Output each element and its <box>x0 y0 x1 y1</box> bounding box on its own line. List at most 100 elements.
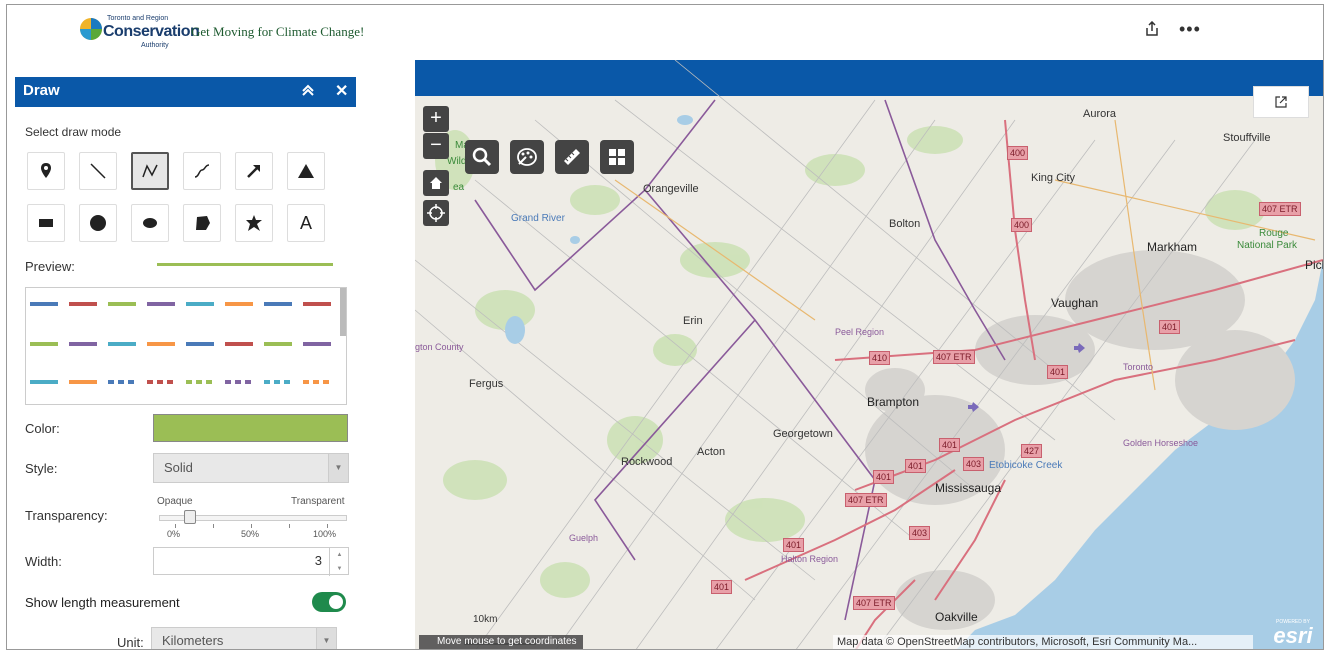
place-rockwood: Rockwood <box>621 456 673 468</box>
ruler-icon <box>564 149 580 165</box>
symbol-style-grid[interactable] <box>25 287 347 405</box>
line-style-swatch[interactable] <box>108 342 136 346</box>
triangle-icon <box>298 164 314 178</box>
line-style-swatch[interactable] <box>186 302 214 306</box>
tick-label-0: 0% <box>167 529 181 539</box>
width-decrement-button[interactable]: ▼ <box>329 562 349 576</box>
arrow-icon <box>247 165 260 178</box>
mode-circle-button[interactable] <box>79 204 117 242</box>
line-style-swatch[interactable] <box>303 342 331 346</box>
shield-403b: 403 <box>909 526 931 540</box>
locate-button[interactable] <box>423 200 449 226</box>
shield-407b: 407 ETR <box>933 350 975 364</box>
line-style-swatch[interactable] <box>225 342 253 346</box>
polygon-icon <box>196 216 210 230</box>
line-style-swatch[interactable] <box>264 342 292 346</box>
line-style-swatch[interactable] <box>147 302 175 306</box>
place-golden-horseshoe: Golden Horseshoe <box>1123 438 1199 448</box>
place-fergus: Fergus <box>469 378 504 390</box>
esri-logo[interactable]: POWERED BY esri <box>1265 619 1321 649</box>
line-style-swatch[interactable] <box>225 302 253 306</box>
draw-tool-button[interactable] <box>510 140 544 174</box>
mode-polyline-button[interactable] <box>131 152 169 190</box>
line-style-swatch[interactable] <box>303 302 331 306</box>
draw-panel-header: Draw ✕ <box>15 77 356 107</box>
select-mode-label: Select draw mode <box>25 125 122 139</box>
line-style-swatch[interactable] <box>264 380 292 384</box>
line-style-swatch[interactable] <box>30 342 58 346</box>
mode-text-button[interactable]: A <box>287 204 325 242</box>
map-view[interactable]: Aurora Stouffville King City Orangeville… <box>415 60 1323 649</box>
width-label: Width: <box>25 554 62 569</box>
place-pickering: Pick <box>1305 258 1323 272</box>
color-picker[interactable] <box>153 414 348 442</box>
line-style-swatch[interactable] <box>69 302 97 306</box>
polyline-icon <box>142 164 158 178</box>
map-attribution: Map data © OpenStreetMap contributors, M… <box>833 635 1253 649</box>
place-peel-region: Peel Region <box>835 327 885 337</box>
mode-rectangle-button[interactable] <box>27 204 65 242</box>
line-style-swatch[interactable] <box>69 380 97 384</box>
trca-logo[interactable]: Toronto and Region Conservation Authorit… <box>79 13 200 51</box>
freehand-line-icon <box>194 164 210 178</box>
line-style-swatch[interactable] <box>147 380 175 384</box>
search-tool-button[interactable] <box>465 140 499 174</box>
shield-401b: 401 <box>1047 365 1069 379</box>
more-icon[interactable]: ••• <box>1179 19 1201 40</box>
line-style-swatch[interactable] <box>186 380 214 384</box>
line-icon <box>90 163 106 179</box>
collapse-icon[interactable] <box>301 83 315 100</box>
line-style-swatch[interactable] <box>108 302 136 306</box>
zoom-out-button[interactable]: − <box>423 133 449 159</box>
home-button[interactable] <box>423 170 449 196</box>
preview-label: Preview: <box>25 259 75 274</box>
line-style-swatch[interactable] <box>108 380 136 384</box>
expand-map-button[interactable] <box>1253 86 1309 118</box>
close-icon[interactable]: ✕ <box>335 81 348 101</box>
share-icon[interactable] <box>1145 20 1159 42</box>
mode-ellipse-button[interactable] <box>131 204 169 242</box>
place-mississauga: Mississauga <box>935 481 1002 495</box>
transparency-slider-thumb[interactable] <box>184 510 196 524</box>
mode-triangle-button[interactable] <box>287 152 325 190</box>
transparency-min-label: Opaque <box>157 496 193 507</box>
line-style-swatch[interactable] <box>30 380 58 384</box>
place-brampton: Brampton <box>867 395 920 409</box>
place-grand-river: Grand River <box>511 213 565 224</box>
style-select[interactable]: Solid ▼ <box>153 453 349 483</box>
shield-407a: 407 ETR <box>1259 202 1301 216</box>
zoom-in-button[interactable]: + <box>423 106 449 132</box>
line-style-swatch[interactable] <box>147 342 175 346</box>
grid-tool-button[interactable] <box>600 140 634 174</box>
place-erin: Erin <box>683 315 703 327</box>
line-style-swatch[interactable] <box>303 380 331 384</box>
width-increment-button[interactable]: ▲ <box>329 548 349 562</box>
show-length-toggle[interactable] <box>312 592 346 612</box>
mode-polygon-button[interactable] <box>183 204 221 242</box>
style-grid-scrollbar[interactable] <box>340 288 346 336</box>
color-label: Color: <box>25 421 60 436</box>
place-king-city: King City <box>1031 172 1076 184</box>
width-input[interactable]: 3 <box>153 547 349 575</box>
line-style-swatch[interactable] <box>186 342 214 346</box>
measure-tool-button[interactable] <box>555 140 589 174</box>
place-etobicoke-creek: Etobicoke Creek <box>989 460 1063 471</box>
line-style-swatch[interactable] <box>225 380 253 384</box>
tick-label-100: 100% <box>313 529 337 539</box>
slider-tick <box>327 524 328 528</box>
line-style-swatch[interactable] <box>69 342 97 346</box>
mode-arrow-button[interactable] <box>235 152 273 190</box>
unit-select-value: Kilometers <box>162 633 224 648</box>
mode-line-button[interactable] <box>79 152 117 190</box>
line-style-swatch[interactable] <box>264 302 292 306</box>
mode-point-button[interactable] <box>27 152 65 190</box>
app-header: Toronto and Region Conservation Authorit… <box>7 5 1323 59</box>
unit-select[interactable]: Kilometers ▼ <box>151 627 337 649</box>
mode-freehand-polygon-button[interactable] <box>235 204 273 242</box>
shield-400a: 400 <box>1007 146 1029 160</box>
transparency-label: Transparency: <box>25 508 108 523</box>
slider-tick <box>289 524 290 528</box>
line-style-swatch[interactable] <box>30 302 58 306</box>
transparency-max-label: Transparent <box>291 496 345 507</box>
mode-freehand-polyline-button[interactable] <box>183 152 221 190</box>
